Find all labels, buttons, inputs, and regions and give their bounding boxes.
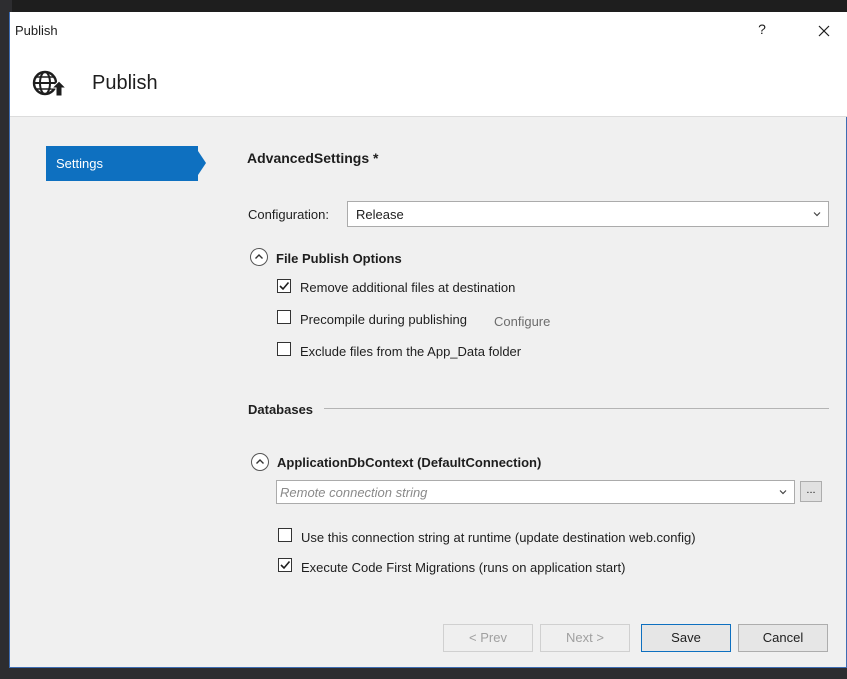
- precompile-label: Precompile during publishing: [300, 312, 467, 327]
- cancel-button[interactable]: Cancel: [738, 624, 828, 652]
- title-bar: Publish ?: [10, 12, 847, 52]
- header-divider: [10, 116, 847, 117]
- chevron-down-icon: [779, 490, 787, 495]
- exclude-app-data-label: Exclude files from the App_Data folder: [300, 344, 522, 359]
- connection-string-placeholder: Remote connection string: [280, 485, 428, 500]
- code-first-migrations-checkbox[interactable]: [278, 558, 292, 572]
- databases-heading: Databases: [248, 402, 314, 417]
- configure-link[interactable]: Configure: [494, 314, 550, 329]
- window-title: Publish: [15, 23, 58, 38]
- remove-files-checkbox[interactable]: [277, 279, 291, 293]
- close-icon: [818, 25, 830, 37]
- publish-dialog: Publish ? Publish Settings AdvancedSetti…: [9, 12, 847, 668]
- globe-publish-icon: [32, 70, 66, 97]
- save-button[interactable]: Save: [641, 624, 731, 652]
- databases-divider: [324, 408, 829, 409]
- code-first-migrations-label: Execute Code First Migrations (runs on a…: [301, 560, 626, 575]
- configuration-value: Release: [356, 207, 404, 222]
- sidebar-item-label: Settings: [56, 156, 103, 171]
- chevron-up-icon: [256, 459, 264, 464]
- checkmark-icon: [280, 560, 291, 570]
- configuration-select[interactable]: Release: [347, 201, 829, 227]
- connection-browse-button[interactable]: ...: [800, 481, 822, 502]
- chevron-up-icon: [255, 254, 263, 259]
- section-title: AdvancedSettings *: [247, 150, 379, 166]
- connection-string-input[interactable]: Remote connection string: [276, 480, 795, 504]
- page-title: Publish: [92, 72, 158, 94]
- use-connection-runtime-label: Use this connection string at runtime (u…: [301, 530, 696, 545]
- sidebar-item-settings[interactable]: Settings: [46, 146, 206, 181]
- close-button[interactable]: [810, 17, 838, 45]
- db-context-title: ApplicationDbContext (DefaultConnection): [277, 455, 542, 470]
- chevron-down-icon: [813, 212, 821, 217]
- checkmark-icon: [279, 281, 290, 291]
- next-button[interactable]: Next >: [540, 624, 630, 652]
- ide-background-bottom: [0, 668, 847, 679]
- precompile-checkbox[interactable]: [277, 310, 291, 324]
- collapse-db-context-button[interactable]: [251, 453, 269, 471]
- file-publish-options-title: File Publish Options: [276, 251, 402, 266]
- collapse-file-publish-button[interactable]: [250, 248, 268, 266]
- remove-files-label: Remove additional files at destination: [300, 280, 516, 295]
- configuration-label: Configuration:: [248, 207, 329, 222]
- prev-button[interactable]: < Prev: [443, 624, 533, 652]
- help-button[interactable]: ?: [752, 21, 772, 43]
- exclude-app-data-checkbox[interactable]: [277, 342, 291, 356]
- dialog-header: Publish: [10, 52, 847, 116]
- use-connection-runtime-checkbox[interactable]: [278, 528, 292, 542]
